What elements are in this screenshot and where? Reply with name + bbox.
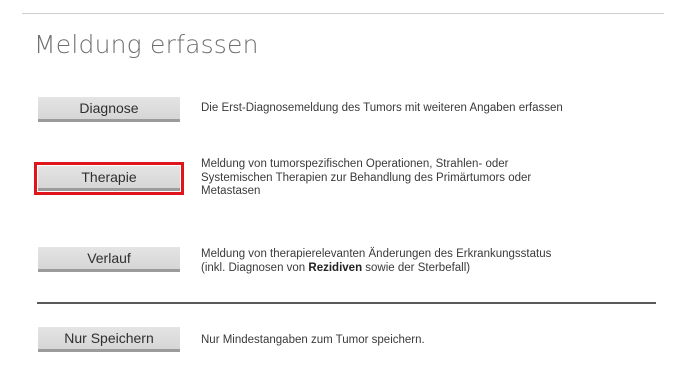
verlauf-description-text: (inkl. Diagnosen von <box>201 261 309 274</box>
diagnose-description: Die Erst-Diagnosemeldung des Tumors mit … <box>201 102 563 114</box>
verlauf-description-text: sowie der Sterbefall) <box>362 261 471 274</box>
nur-speichern-button[interactable]: Nur Speichern <box>38 327 180 352</box>
therapie-description-line: Systemischen Therapien zur Behandlung de… <box>201 171 532 184</box>
therapie-button[interactable]: Therapie <box>34 162 184 195</box>
therapie-description: Meldung von tumorspezifischen Operatione… <box>201 158 651 199</box>
nur-speichern-description: Nur Mindestangaben zum Tumor speichern. <box>201 334 425 346</box>
top-rule <box>22 13 664 14</box>
verlauf-description-line: (inkl. Diagnosen von Rezidiven sowie der… <box>201 262 651 276</box>
therapie-description-line: Meldung von tumorspezifischen Operatione… <box>201 158 509 170</box>
diagnose-button[interactable]: Diagnose <box>38 97 180 122</box>
therapie-description-line: Metastasen <box>201 185 261 197</box>
verlauf-description-line: Meldung von therapierelevanten Änderunge… <box>201 248 552 260</box>
section-divider <box>37 302 656 304</box>
verlauf-button[interactable]: Verlauf <box>38 247 180 272</box>
verlauf-description: Meldung von therapierelevanten Änderunge… <box>201 248 651 275</box>
rezidiven-emphasis: Rezidiven <box>308 261 363 274</box>
page-title: Meldung erfassen <box>34 30 259 59</box>
